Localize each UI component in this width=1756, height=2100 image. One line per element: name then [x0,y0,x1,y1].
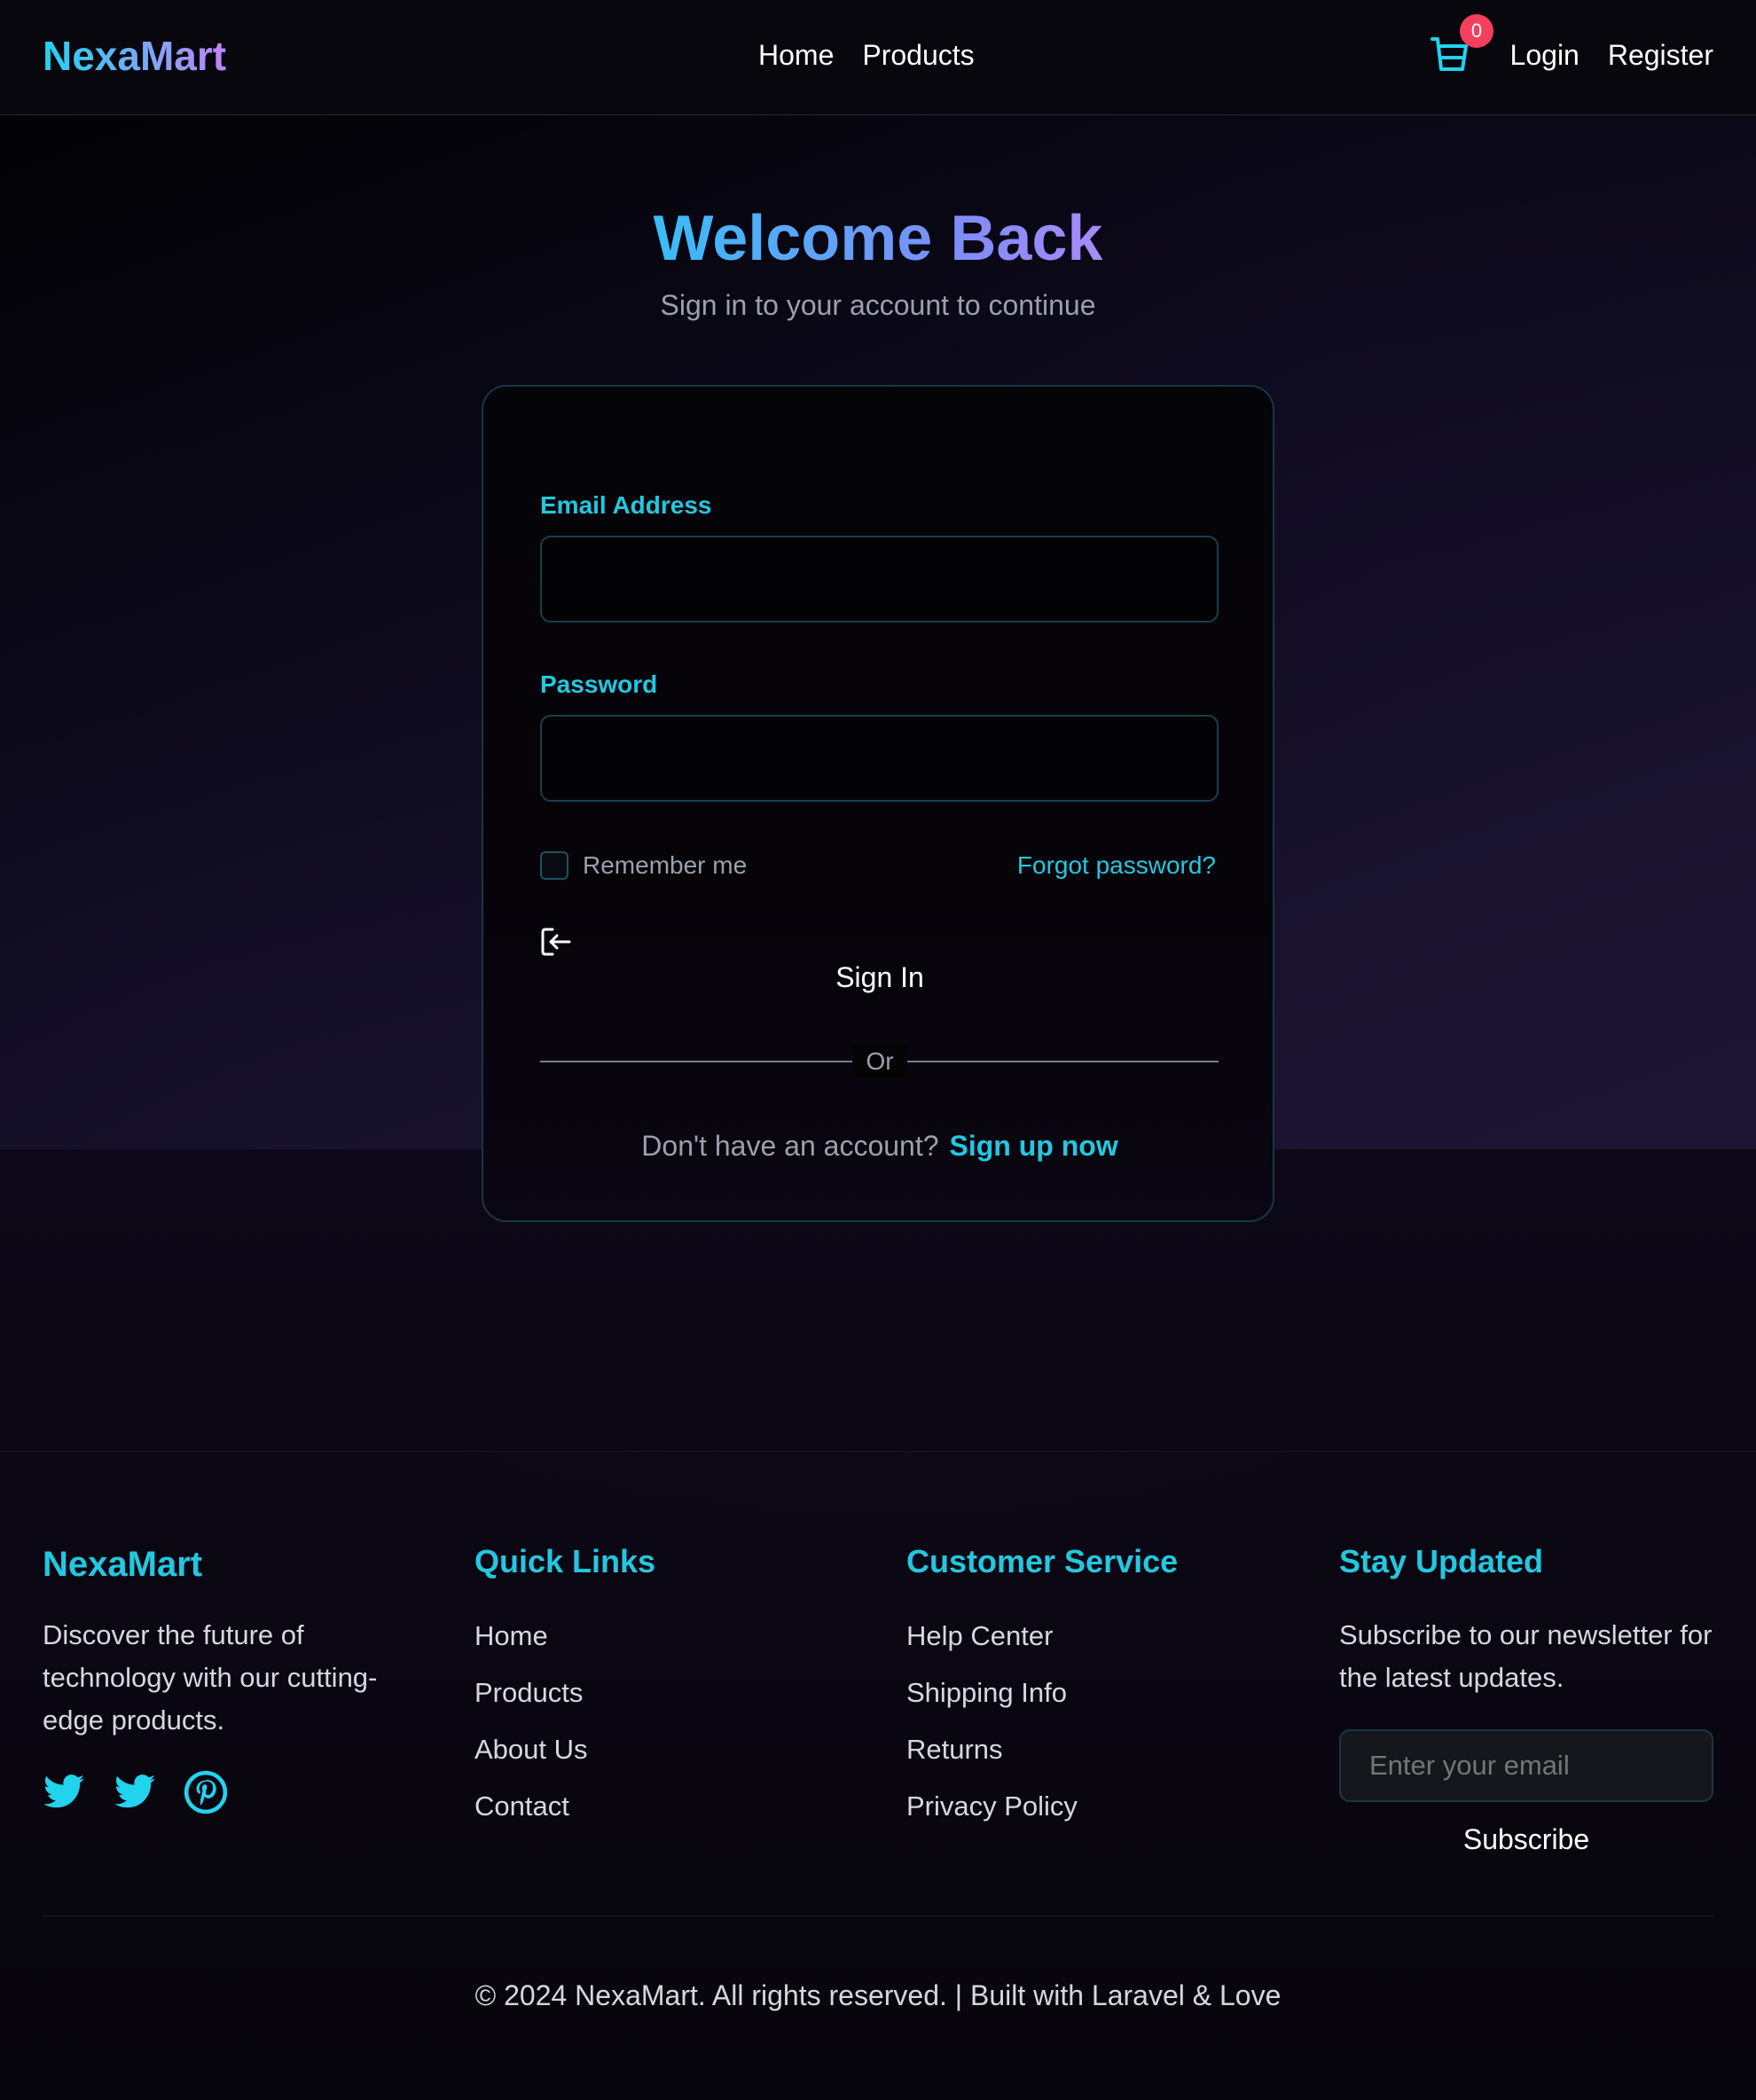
newsletter-email-input[interactable] [1339,1729,1713,1802]
page-subtitle: Sign in to your account to continue [660,289,1096,321]
subscribe-button[interactable]: Subscribe [1339,1823,1713,1856]
twitter-icon[interactable] [113,1770,157,1814]
register-link[interactable]: Register [1608,39,1713,72]
password-label: Password [540,670,658,698]
login-link[interactable]: Login [1510,39,1580,72]
pinterest-icon[interactable] [184,1770,228,1814]
footer-brand: NexaMart [43,1545,203,1584]
password-field[interactable] [540,715,1219,802]
remember-me-checkbox[interactable] [540,851,568,880]
page-title-text: Welcome Back [653,203,1103,274]
customer-service-heading: Customer Service [906,1543,1179,1579]
footer-divider [0,1451,1756,1452]
footer-link-shipping-info[interactable]: Shipping Info [906,1677,1067,1709]
login-card: Email Address Password Remember me Forgo… [482,385,1274,1222]
newsletter-heading: Stay Updated [1339,1543,1544,1579]
footer-link-returns[interactable]: Returns [906,1734,1003,1766]
remember-me-label: Remember me [583,851,748,879]
or-label: Or [852,1045,907,1078]
footer-link-home[interactable]: Home [474,1620,548,1652]
email-field[interactable] [540,536,1219,623]
copyright-text: © 2024 NexaMart. All rights reserved. | … [474,1979,1282,2011]
email-label: Email Address [540,491,712,519]
page-title: Welcome Back [0,202,1756,275]
brand-logo[interactable]: NexaMart [43,32,226,80]
footer-link-help-center[interactable]: Help Center [906,1620,1053,1652]
nav-link-home[interactable]: Home [758,39,834,72]
quick-links-heading: Quick Links [474,1543,656,1579]
signup-question: Don't have an account? [641,1130,939,1162]
newsletter-text: Subscribe to our newsletter for the late… [1339,1619,1713,1693]
forgot-password-link[interactable]: Forgot password? [1017,851,1216,880]
sign-in-icon[interactable] [540,926,572,958]
footer-about-text: Discover the future of technology with o… [43,1619,378,1736]
top-navbar: NexaMart Home Products 0 Login Register [0,0,1756,115]
auth-links: Login Register [1510,39,1713,72]
cart-count-badge: 0 [1460,14,1493,48]
main-nav: Home Products [758,39,975,72]
footer-link-products[interactable]: Products [474,1677,583,1709]
footer-link-about[interactable]: About Us [474,1734,588,1766]
signup-link[interactable]: Sign up now [950,1130,1118,1162]
footer-link-privacy-policy[interactable]: Privacy Policy [906,1790,1078,1822]
sign-in-button[interactable]: Sign In [483,961,1276,994]
twitter-icon[interactable] [42,1770,86,1814]
nav-link-products[interactable]: Products [862,39,974,72]
footer-link-contact[interactable]: Contact [474,1790,569,1822]
signup-prompt-row: Don't have an account? Sign up now [483,1130,1276,1163]
